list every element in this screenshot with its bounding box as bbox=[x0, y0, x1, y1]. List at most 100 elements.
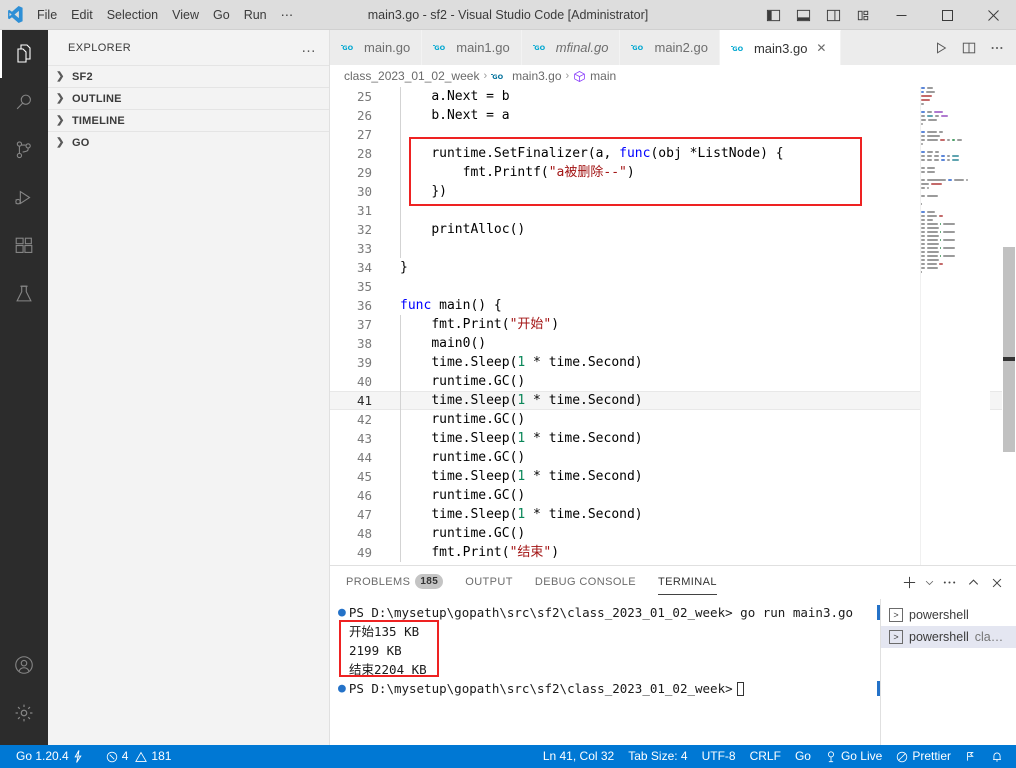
code-line[interactable]: 48 runtime.GC() bbox=[330, 524, 1016, 543]
code-line[interactable]: 30 }) bbox=[330, 182, 1016, 201]
code-line[interactable]: 44 runtime.GC() bbox=[330, 448, 1016, 467]
split-editor-button[interactable] bbox=[956, 33, 982, 63]
new-terminal-button[interactable] bbox=[897, 571, 921, 595]
code-line[interactable]: 49 fmt.Print("结束") bbox=[330, 543, 1016, 562]
menu-more[interactable]: ⋯ bbox=[274, 0, 301, 30]
code-line[interactable]: 27 bbox=[330, 125, 1016, 144]
code-line[interactable]: 29 fmt.Printf("a被删除--") bbox=[330, 163, 1016, 182]
activitybar-item-run-and-debug[interactable] bbox=[0, 174, 48, 222]
menu-file[interactable]: File bbox=[30, 0, 64, 30]
sidebar-more-actions-icon[interactable]: … bbox=[301, 40, 317, 55]
menu-go[interactable]: Go bbox=[206, 0, 237, 30]
chevron-right-icon: ❯ bbox=[56, 93, 65, 104]
terminal-instance-label: powershell bbox=[909, 608, 969, 622]
breadcrumb-item-file[interactable]: main3.go bbox=[512, 69, 561, 83]
toggle-panel-icon[interactable] bbox=[788, 0, 818, 30]
line-number: 30 bbox=[356, 184, 372, 199]
code-line[interactable]: 26 b.Next = a bbox=[330, 106, 1016, 125]
terminal-instance-powershell[interactable]: > powershell bbox=[881, 604, 1016, 626]
activitybar-item-settings[interactable] bbox=[0, 689, 48, 737]
menu-view[interactable]: View bbox=[165, 0, 206, 30]
panel-tab-terminal[interactable]: TERMINAL bbox=[658, 566, 717, 599]
window-maximize-button[interactable] bbox=[924, 0, 970, 30]
code-line[interactable]: 39 time.Sleep(1 * time.Second) bbox=[330, 353, 1016, 372]
line-number: 39 bbox=[356, 355, 372, 370]
status-eol[interactable]: CRLF bbox=[743, 745, 788, 768]
activitybar-item-testing[interactable] bbox=[0, 270, 48, 318]
code-line[interactable]: 42 runtime.GC() bbox=[330, 410, 1016, 429]
terminal-profile-chevron-down-icon[interactable] bbox=[921, 571, 937, 595]
status-remote-indicator[interactable] bbox=[958, 745, 984, 768]
activitybar-item-source-control[interactable] bbox=[0, 126, 48, 174]
code-line[interactable]: 43 time.Sleep(1 * time.Second) bbox=[330, 429, 1016, 448]
status-go-live[interactable]: Go Live bbox=[818, 745, 889, 768]
editor-tab-main1-go[interactable]: GO main1.go bbox=[422, 30, 522, 65]
menu-selection[interactable]: Selection bbox=[100, 0, 165, 30]
code-line[interactable]: 35 bbox=[330, 277, 1016, 296]
run-code-button[interactable] bbox=[928, 33, 954, 63]
panel-views-more-button[interactable] bbox=[937, 571, 961, 595]
go-lightning-icon bbox=[73, 750, 83, 763]
window-minimize-button[interactable] bbox=[878, 0, 924, 30]
customize-layout-icon[interactable] bbox=[848, 0, 878, 30]
code-line[interactable]: 28 runtime.SetFinalizer(a, func(obj *Lis… bbox=[330, 144, 1016, 163]
window-close-button[interactable] bbox=[970, 0, 1016, 30]
sidebar-section-timeline[interactable]: ❯ TIMELINE bbox=[48, 109, 329, 131]
toggle-secondary-sidebar-icon[interactable] bbox=[818, 0, 848, 30]
status-indentation[interactable]: Tab Size: 4 bbox=[621, 745, 694, 768]
status-notifications[interactable] bbox=[984, 745, 1010, 768]
code-line[interactable]: 31 bbox=[330, 201, 1016, 220]
minimap-line bbox=[921, 243, 990, 246]
editor-tab-main3-go[interactable]: GO main3.go ✕ bbox=[719, 30, 842, 65]
panel-tab-problems[interactable]: PROBLEMS 185 bbox=[346, 566, 444, 599]
toggle-primary-sidebar-icon[interactable] bbox=[758, 0, 788, 30]
status-encoding[interactable]: UTF-8 bbox=[695, 745, 743, 768]
terminal-instance-powershell-cla[interactable]: > powershell cla… bbox=[881, 626, 1016, 648]
sidebar-section-sf2[interactable]: ❯ SF2 bbox=[48, 65, 329, 87]
menu-run[interactable]: Run bbox=[237, 0, 274, 30]
code-line[interactable]: 32 printAlloc() bbox=[330, 220, 1016, 239]
menu-bar[interactable]: File Edit Selection View Go Run ⋯ bbox=[30, 0, 300, 30]
code-editor[interactable]: 25 a.Next = b 26 b.Next = a 27 28 runtime.… bbox=[330, 87, 1016, 565]
activitybar-item-search[interactable] bbox=[0, 78, 48, 126]
code-line[interactable]: 40 runtime.GC() bbox=[330, 372, 1016, 391]
editor-more-actions-button[interactable] bbox=[984, 33, 1010, 63]
code-line[interactable]: 33 bbox=[330, 239, 1016, 258]
sidebar-section-outline[interactable]: ❯ OUTLINE bbox=[48, 87, 329, 109]
code-line[interactable]: 38 main0() bbox=[330, 334, 1016, 353]
activity-bar bbox=[0, 30, 48, 745]
title-bar-actions[interactable] bbox=[758, 0, 1016, 30]
breadcrumb-item-symbol[interactable]: main bbox=[590, 69, 616, 83]
code-line[interactable]: 45 time.Sleep(1 * time.Second) bbox=[330, 467, 1016, 486]
status-prettier[interactable]: Prettier bbox=[889, 745, 958, 768]
maximize-panel-button[interactable] bbox=[961, 571, 985, 595]
code-line[interactable]: 36 func main() { bbox=[330, 296, 1016, 315]
panel-tab-debug-console[interactable]: DEBUG CONSOLE bbox=[535, 566, 636, 599]
terminal-output[interactable]: ● PS D:\mysetup\gopath\src\sf2\class_2023… bbox=[330, 599, 880, 745]
sidebar-section-go[interactable]: ❯ GO bbox=[48, 131, 329, 153]
code-line[interactable]: 46 runtime.GC() bbox=[330, 486, 1016, 505]
editor-tab-main-go[interactable]: GO main.go bbox=[330, 30, 423, 65]
scrollbar-thumb[interactable] bbox=[1003, 247, 1015, 452]
editor-vertical-scrollbar[interactable] bbox=[1002, 87, 1016, 565]
close-panel-button[interactable] bbox=[985, 571, 1009, 595]
breadcrumb-item-folder[interactable]: class_2023_01_02_week bbox=[344, 69, 479, 83]
status-editor-position[interactable]: Ln 41, Col 32 bbox=[536, 745, 621, 768]
code-line[interactable]: 41 time.Sleep(1 * time.Second) bbox=[330, 391, 1016, 410]
code-line[interactable]: 25 a.Next = b bbox=[330, 87, 1016, 106]
activitybar-item-accounts[interactable] bbox=[0, 641, 48, 689]
menu-edit[interactable]: Edit bbox=[64, 0, 100, 30]
code-line[interactable]: 37 fmt.Print("开始") bbox=[330, 315, 1016, 334]
activitybar-item-extensions[interactable] bbox=[0, 222, 48, 270]
code-line[interactable]: 34} bbox=[330, 258, 1016, 277]
editor-tab-mfinal-go[interactable]: GO mfinal.go bbox=[521, 30, 621, 65]
panel-tab-output[interactable]: OUTPUT bbox=[465, 566, 513, 599]
code-line[interactable]: 47 time.Sleep(1 * time.Second) bbox=[330, 505, 1016, 524]
status-go-version[interactable]: Go 1.20.4 bbox=[9, 745, 90, 768]
close-icon[interactable]: ✕ bbox=[813, 41, 829, 55]
minimap[interactable] bbox=[920, 87, 990, 565]
status-language-mode[interactable]: Go bbox=[788, 745, 818, 768]
activitybar-item-explorer[interactable] bbox=[0, 30, 48, 78]
status-problems[interactable]: 4 181 bbox=[99, 745, 179, 768]
editor-tab-main2-go[interactable]: GO main2.go bbox=[620, 30, 720, 65]
